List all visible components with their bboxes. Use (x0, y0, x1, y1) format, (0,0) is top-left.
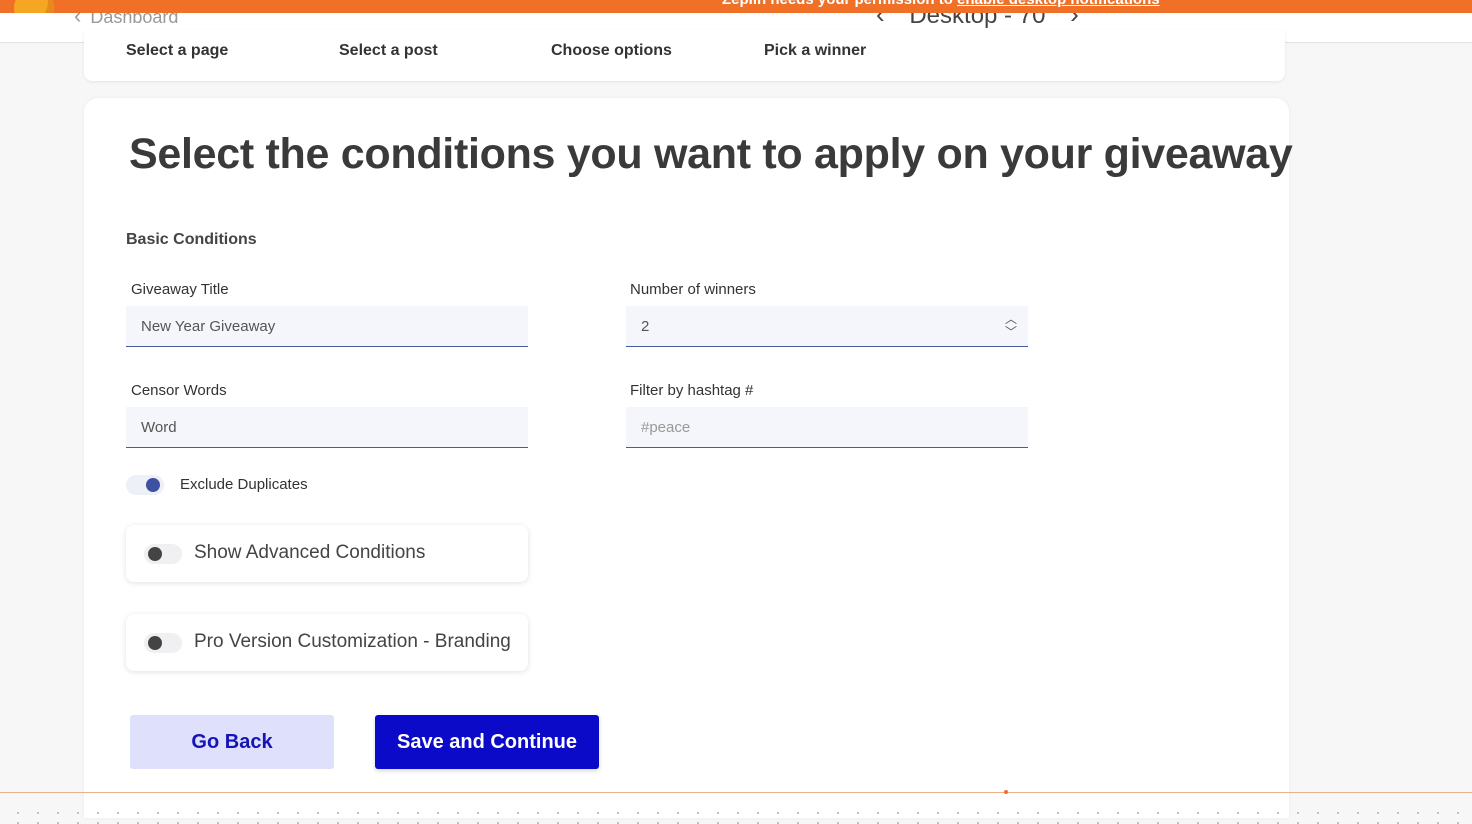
giveaway-title-label: Giveaway Title (131, 281, 229, 298)
artboard-label: Desktop - 70 (909, 13, 1046, 29)
giveaway-title-field (126, 306, 528, 347)
prev-artboard-icon[interactable]: ‹ (876, 13, 885, 29)
zeplin-top-bar: Zeplin needs your permission to enable d… (0, 0, 1472, 13)
steps-bar (84, 30, 1285, 81)
dashboard-label: Dashboard (90, 13, 179, 27)
toggle-knob (148, 636, 162, 650)
dotted-footer (0, 808, 1472, 824)
number-of-winners-field: ︿ ﹀ (626, 306, 1028, 347)
exclude-duplicates-label: Exclude Duplicates (180, 476, 308, 493)
censor-words-label: Censor Words (131, 382, 227, 399)
conditions-card (84, 98, 1289, 818)
filter-hashtag-label: Filter by hashtag # (630, 382, 754, 399)
dashboard-back-link[interactable]: ‹ Dashboard (74, 13, 178, 29)
go-back-button[interactable]: Go Back (130, 715, 334, 769)
save-continue-button[interactable]: Save and Continue (375, 715, 599, 769)
basic-conditions-label: Basic Conditions (126, 231, 257, 248)
notification-banner: Zeplin needs your permission to enable d… (722, 0, 1160, 8)
banner-text: Zeplin needs your permission to (722, 0, 953, 8)
filter-hashtag-field (626, 407, 1028, 448)
enable-notifications-link[interactable]: enable desktop notifications (957, 0, 1160, 8)
chevron-down-icon[interactable]: ﹀ (1004, 326, 1018, 339)
branding-label: Pro Version Customization - Branding (194, 631, 511, 652)
censor-words-field (126, 407, 528, 448)
bottom-marker-dot (1004, 790, 1008, 794)
toggle-knob (146, 478, 160, 492)
page-title: Select the conditions you want to apply … (129, 130, 1293, 178)
advanced-conditions-toggle[interactable] (144, 544, 182, 564)
number-stepper[interactable]: ︿ ﹀ (1004, 313, 1018, 339)
step-pick-winner[interactable]: Pick a winner (764, 42, 866, 60)
bottom-divider (0, 792, 1472, 793)
branding-toggle[interactable] (144, 633, 182, 653)
chevron-left-icon: ‹ (74, 13, 82, 28)
zeplin-logo-icon (14, 0, 54, 13)
step-choose-options[interactable]: Choose options (551, 42, 672, 60)
censor-words-input[interactable] (126, 407, 528, 447)
step-select-page[interactable]: Select a page (126, 42, 228, 60)
number-of-winners-input[interactable] (626, 306, 1028, 346)
advanced-conditions-card[interactable]: Show Advanced Conditions (126, 525, 528, 582)
filter-hashtag-input[interactable] (626, 407, 1028, 447)
exclude-duplicates-toggle[interactable] (126, 475, 164, 495)
next-artboard-icon[interactable]: › (1070, 13, 1079, 29)
branding-card[interactable]: Pro Version Customization - Branding (126, 614, 528, 671)
advanced-conditions-label: Show Advanced Conditions (194, 542, 426, 563)
giveaway-title-input[interactable] (126, 306, 528, 346)
artboard-switcher: ‹ Desktop - 70 › (858, 13, 1097, 30)
number-of-winners-label: Number of winners (630, 281, 756, 298)
step-select-post[interactable]: Select a post (339, 42, 438, 60)
toggle-knob (148, 547, 162, 561)
